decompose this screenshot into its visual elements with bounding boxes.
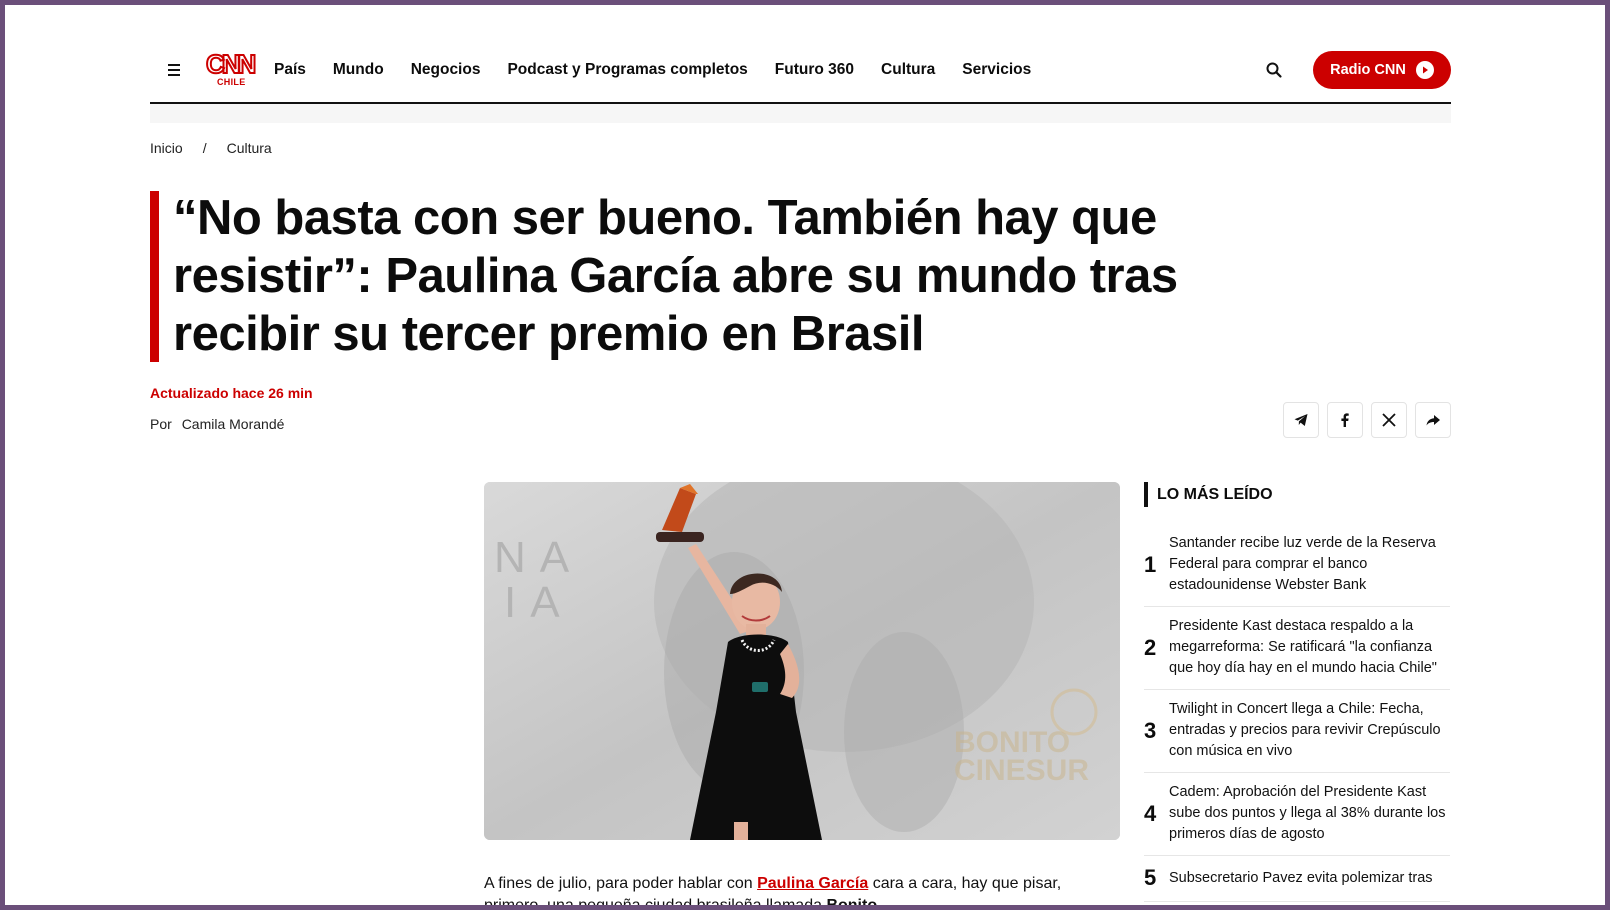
play-icon	[1415, 61, 1434, 79]
paulina-garcia-link[interactable]: Paulina García	[757, 875, 868, 892]
share-buttons	[1283, 402, 1451, 438]
article-headline: “No basta con ser bueno. También hay que…	[173, 191, 1178, 361]
breadcrumb-home[interactable]: Inicio	[150, 140, 183, 156]
most-read-title: LO MÁS LEÍDO	[1144, 482, 1450, 507]
most-read-number: 5	[1144, 865, 1157, 890]
nav-item-cultura[interactable]: Cultura	[881, 61, 935, 79]
most-read-link[interactable]: Twilight in Concert llega a Chile: Fecha…	[1169, 699, 1450, 762]
byline-label: Por	[150, 416, 172, 432]
most-read-link[interactable]: Santander recibe luz verde de la Reserva…	[1169, 533, 1450, 596]
radio-cnn-label: Radio CNN	[1330, 62, 1406, 78]
most-read-link[interactable]: Subsecretario Pavez evita polemizar tras	[1169, 868, 1433, 889]
headline-accent-bar	[150, 191, 159, 362]
share-facebook-button[interactable]	[1327, 402, 1363, 438]
header-actions: Radio CNN	[1265, 51, 1451, 89]
body-text-bold: Bonito	[826, 897, 877, 905]
hamburger-menu-icon[interactable]	[168, 60, 188, 80]
hero-bg-text-1: NA	[494, 533, 583, 582]
most-read-link[interactable]: Cadem: Aprobación del Presidente Kast su…	[1169, 782, 1450, 845]
share-icon	[1426, 415, 1440, 426]
most-read-number: 2	[1144, 634, 1157, 660]
breadcrumb-separator: /	[202, 140, 207, 156]
nav-item-podcast[interactable]: Podcast y Programas completos	[507, 61, 747, 79]
author-link[interactable]: Camila Morandé	[182, 416, 285, 432]
most-read-number: 3	[1144, 717, 1157, 743]
breadcrumb: Inicio / Cultura	[150, 140, 272, 156]
body-text-end: .	[877, 897, 881, 905]
most-read-link[interactable]: Presidente Kast destaca respaldo a la me…	[1169, 616, 1450, 679]
site-header: CNN CHILE País Mundo Negocios Podcast y …	[150, 32, 1451, 108]
facebook-icon	[1341, 413, 1349, 427]
nav-item-pais[interactable]: País	[274, 61, 306, 79]
nav-item-servicios[interactable]: Servicios	[962, 61, 1031, 79]
hero-photo: NA IA BONITO CINESUR	[484, 482, 1120, 840]
most-read-sidebar: LO MÁS LEÍDO 1 Santander recibe luz verd…	[1144, 482, 1450, 902]
most-read-item[interactable]: 3 Twilight in Concert llega a Chile: Fec…	[1144, 690, 1450, 773]
radio-cnn-button[interactable]: Radio CNN	[1313, 51, 1451, 89]
hero-bg-text-2: IA	[504, 578, 574, 627]
byline: Por Camila Morandé	[150, 416, 284, 432]
nav-item-futuro-360[interactable]: Futuro 360	[775, 61, 854, 79]
share-more-button[interactable]	[1415, 402, 1451, 438]
hero-festival-text-2: CINESUR	[954, 754, 1089, 787]
most-read-number: 4	[1144, 800, 1157, 826]
updated-timestamp: Actualizado hace 26 min	[150, 385, 313, 401]
nav-item-mundo[interactable]: Mundo	[333, 61, 384, 79]
header-band	[150, 104, 1451, 123]
most-read-number: 1	[1144, 551, 1157, 577]
logo-cnn-text: CNN	[205, 49, 257, 79]
most-read-item[interactable]: 2 Presidente Kast destaca respaldo a la …	[1144, 607, 1450, 690]
body-text-prefix: A fines de julio, para poder hablar con	[484, 875, 758, 892]
most-read-item[interactable]: 4 Cadem: Aprobación del Presidente Kast …	[1144, 773, 1450, 856]
cnn-chile-logo[interactable]: CNN CHILE	[205, 49, 258, 90]
breadcrumb-section[interactable]: Cultura	[227, 140, 272, 156]
main-nav: País Mundo Negocios Podcast y Programas …	[274, 61, 1058, 79]
share-x-button[interactable]	[1371, 402, 1407, 438]
article-body-paragraph: A fines de julio, para poder hablar con …	[484, 873, 1124, 905]
browser-viewport: CNN CHILE País Mundo Negocios Podcast y …	[5, 5, 1605, 905]
most-read-item[interactable]: 5 Subsecretario Pavez evita polemizar tr…	[1144, 856, 1450, 902]
logo-chile-text: CHILE	[217, 77, 246, 87]
search-icon[interactable]	[1265, 61, 1283, 79]
most-read-item[interactable]: 1 Santander recibe luz verde de la Reser…	[1144, 524, 1450, 607]
telegram-icon	[1294, 414, 1308, 426]
hero-image: NA IA BONITO CINESUR	[484, 482, 1120, 840]
x-icon	[1382, 413, 1396, 427]
most-read-list: 1 Santander recibe luz verde de la Reser…	[1144, 524, 1450, 902]
share-telegram-button[interactable]	[1283, 402, 1319, 438]
nav-item-negocios[interactable]: Negocios	[411, 61, 481, 79]
